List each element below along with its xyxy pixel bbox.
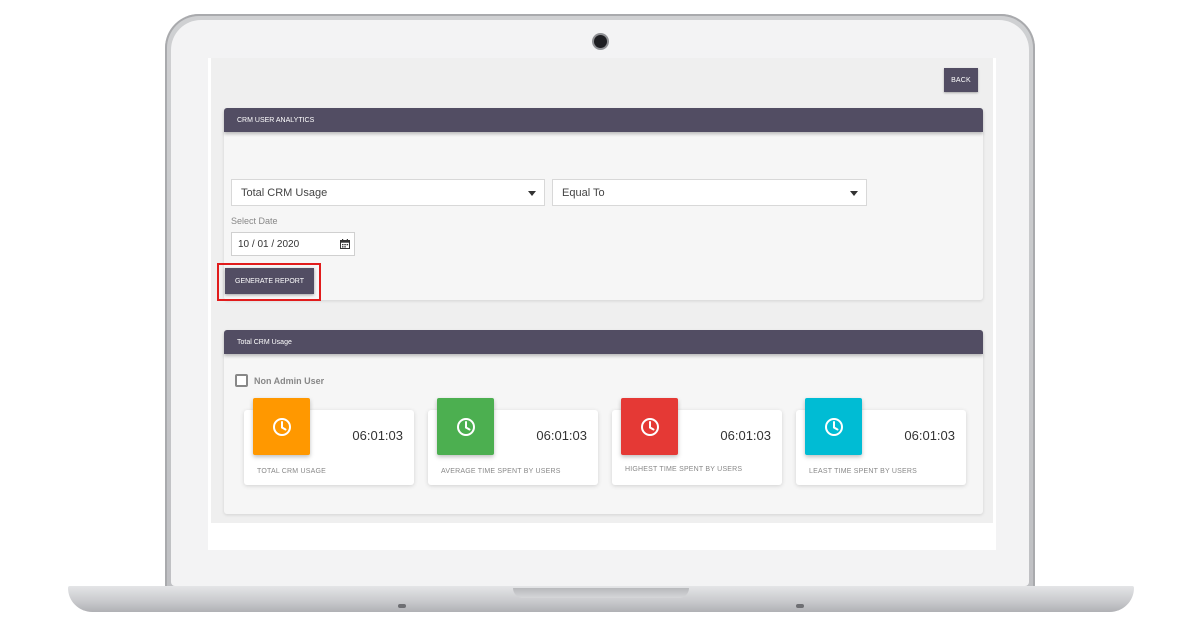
calendar-icon[interactable]	[340, 239, 350, 249]
card-icon-tile	[621, 398, 678, 455]
laptop-foot-right	[796, 604, 804, 608]
metric-select[interactable]: Total CRM Usage	[231, 179, 545, 206]
clock-icon	[272, 417, 292, 437]
average-time-card: 06:01:03 AVERAGE TIME SPENT BY USERS	[428, 398, 598, 485]
card-label: TOTAL CRM USAGE	[257, 468, 326, 475]
generate-report-button[interactable]: GENERATE REPORT	[225, 268, 314, 294]
analytics-panel-header: CRM USER ANALYTICS	[224, 108, 983, 132]
card-label: LEAST TIME SPENT BY USERS	[809, 468, 917, 475]
highest-time-card: 06:01:03 HIGHEST TIME SPENT BY USERS	[612, 398, 782, 485]
least-time-card: 06:01:03 LEAST TIME SPENT BY USERS	[796, 398, 966, 485]
card-icon-tile	[805, 398, 862, 455]
usage-panel-header: Total CRM Usage	[224, 330, 983, 354]
laptop-foot-left	[398, 604, 406, 608]
date-input[interactable]: 10 / 01 / 2020	[231, 232, 355, 256]
card-icon-tile	[437, 398, 494, 455]
card-value: 06:01:03	[904, 428, 955, 443]
operator-select[interactable]: Equal To	[552, 179, 867, 206]
non-admin-checkbox[interactable]	[235, 374, 248, 387]
analytics-panel-title: CRM USER ANALYTICS	[237, 116, 315, 124]
card-value: 06:01:03	[352, 428, 403, 443]
card-value: 06:01:03	[720, 428, 771, 443]
usage-panel-title: Total CRM Usage	[237, 338, 292, 346]
metric-select-value: Total CRM Usage	[241, 186, 328, 199]
clock-icon	[456, 417, 476, 437]
back-button[interactable]: BACK	[944, 68, 978, 92]
non-admin-filter[interactable]: Non Admin User	[235, 374, 324, 387]
card-label: HIGHEST TIME SPENT BY USERS	[625, 466, 743, 473]
non-admin-checkbox-label: Non Admin User	[254, 375, 325, 386]
laptop-screen: BACK CRM USER ANALYTICS Total CRM Usage …	[208, 58, 996, 550]
laptop-hinge-notch	[513, 588, 689, 598]
chevron-down-icon	[528, 191, 536, 196]
crm-app: BACK CRM USER ANALYTICS Total CRM Usage …	[211, 58, 993, 523]
date-label: Select Date	[231, 216, 278, 226]
card-value: 06:01:03	[536, 428, 587, 443]
clock-icon	[824, 417, 844, 437]
chevron-down-icon	[850, 191, 858, 196]
date-value: 10 / 01 / 2020	[238, 238, 300, 250]
card-label: AVERAGE TIME SPENT BY USERS	[441, 468, 561, 475]
total-crm-usage-card: 06:01:03 TOTAL CRM USAGE	[244, 398, 414, 485]
clock-icon	[640, 417, 660, 437]
card-icon-tile	[253, 398, 310, 455]
operator-select-value: Equal To	[562, 186, 605, 199]
camera-icon	[594, 35, 607, 48]
analytics-panel-body	[224, 132, 983, 300]
